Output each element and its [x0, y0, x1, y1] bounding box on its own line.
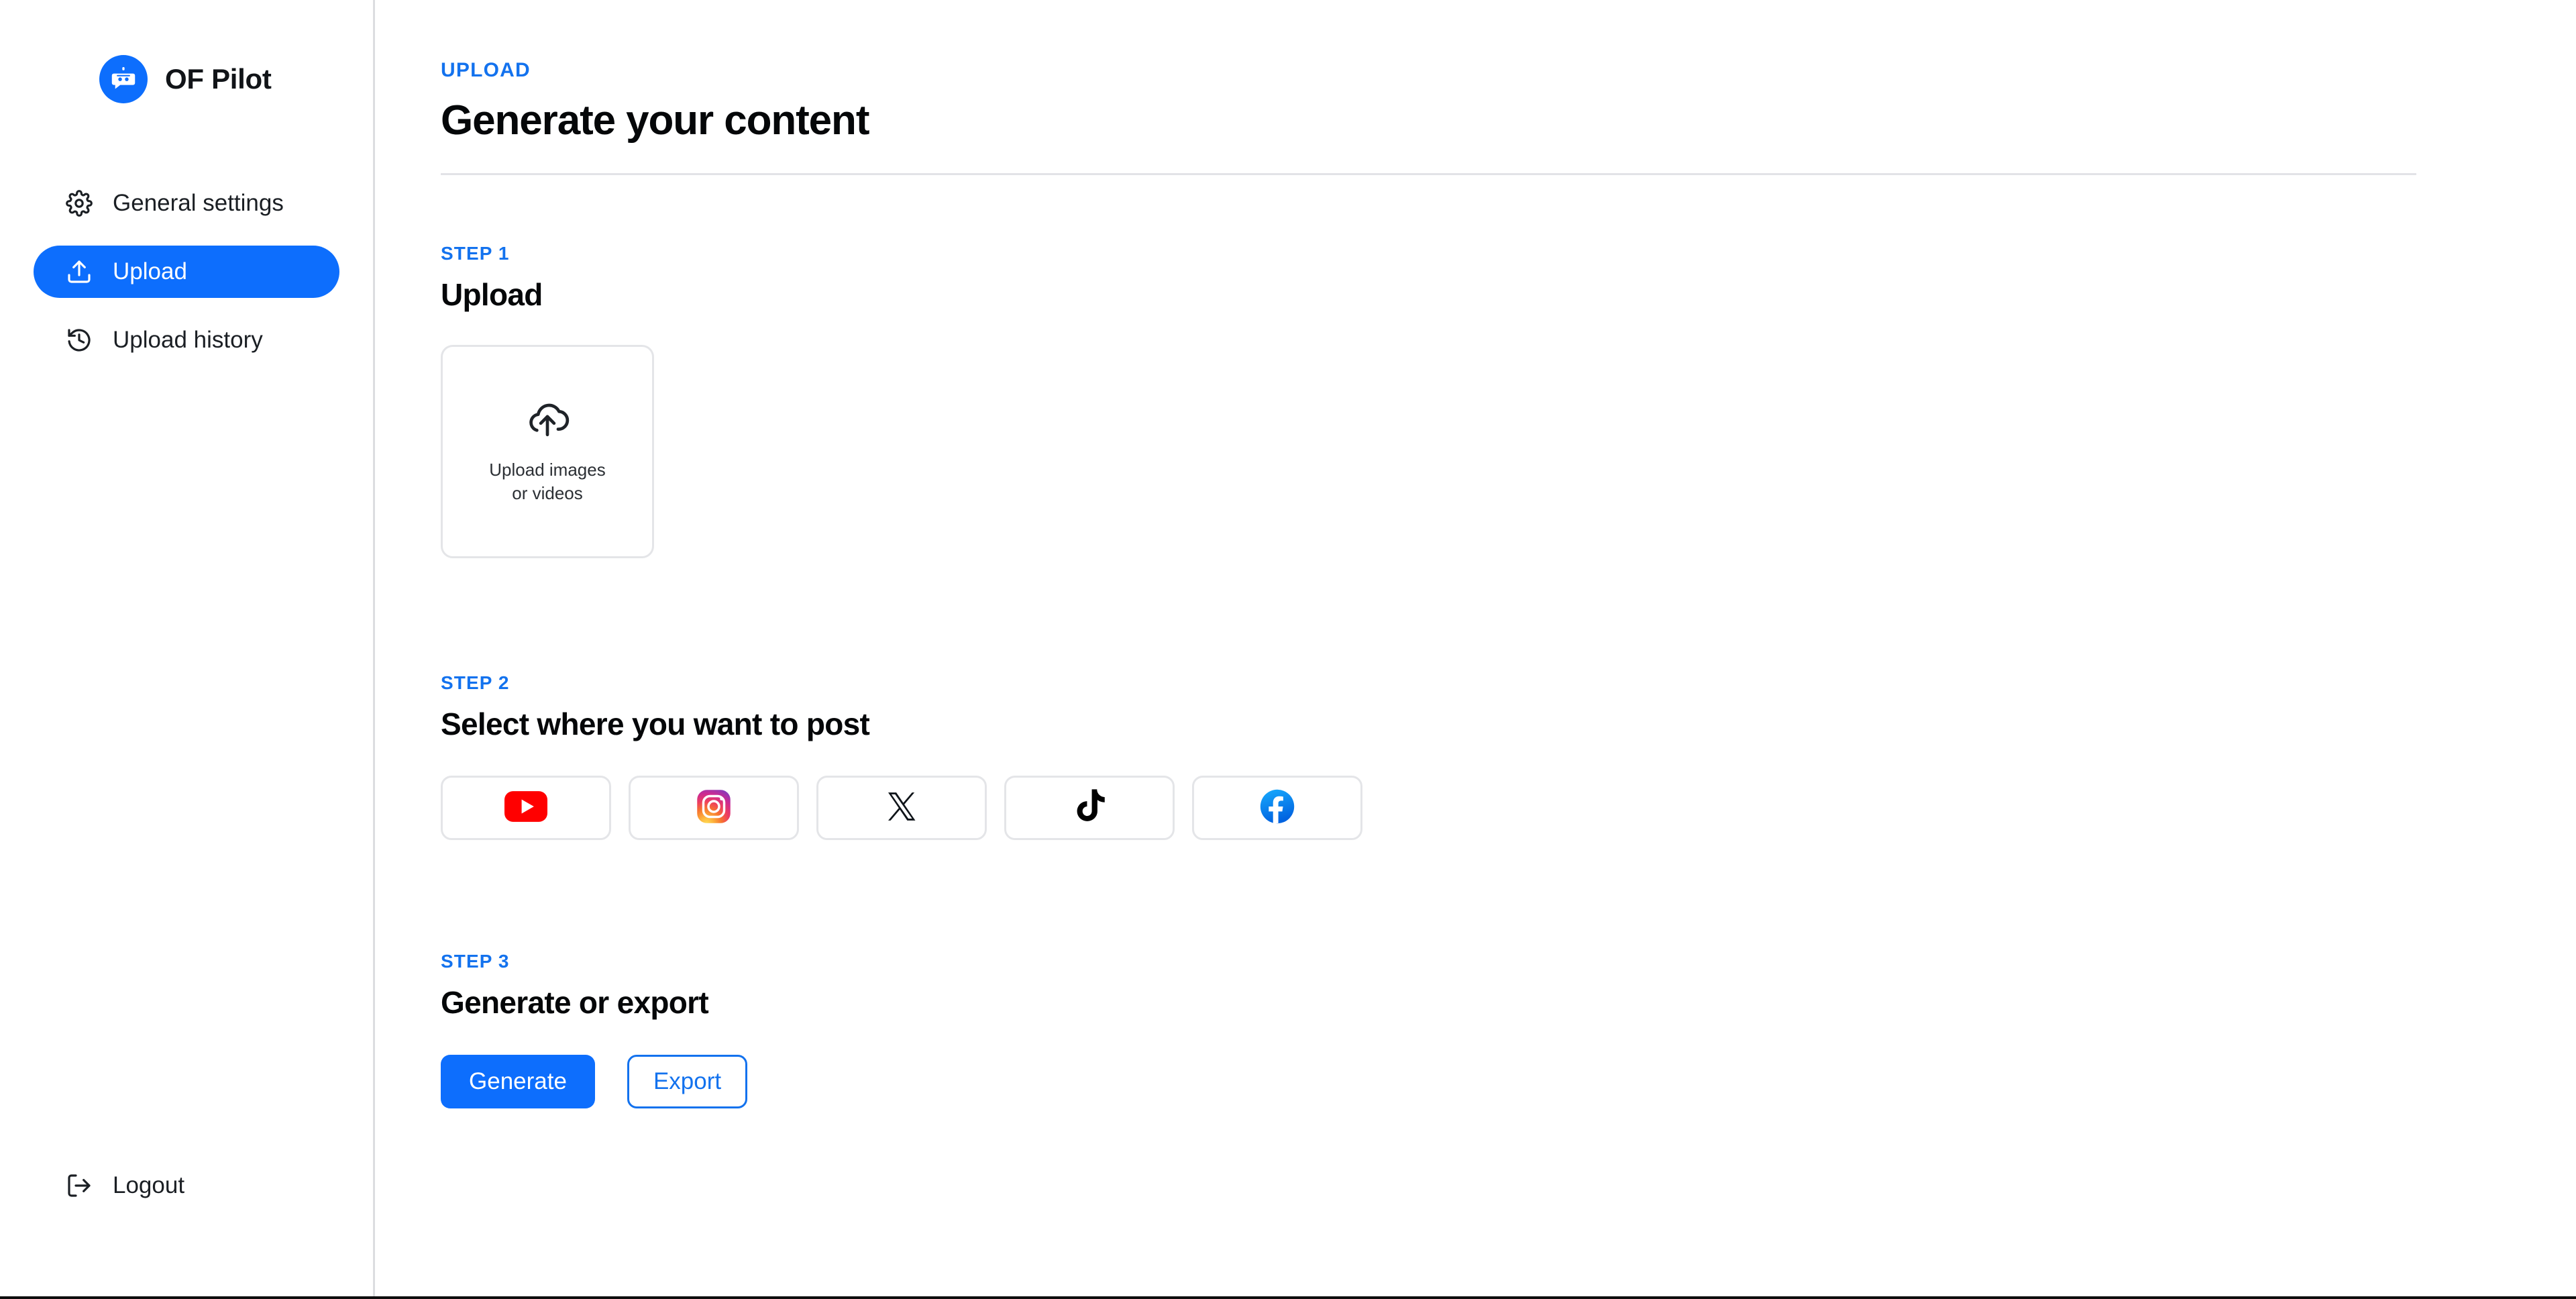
- platform-button-x[interactable]: [816, 776, 987, 840]
- sidebar-item-label: General settings: [113, 190, 284, 216]
- sidebar-item-general-settings[interactable]: General settings: [34, 177, 339, 229]
- app-root: OF Pilot General settings Upload Upload …: [0, 0, 2576, 1299]
- tiktok-icon: [1072, 787, 1107, 829]
- x-twitter-icon: [885, 790, 918, 827]
- youtube-icon: [504, 790, 547, 825]
- upload-dropzone[interactable]: Upload images or videos: [441, 345, 654, 558]
- action-buttons: Generate Export: [441, 1055, 2576, 1108]
- sidebar-item-label: Upload: [113, 258, 187, 284]
- step-1-section: STEP 1 Upload Upload images or videos: [375, 243, 2576, 558]
- platform-button-instagram[interactable]: [629, 776, 799, 840]
- platform-button-facebook[interactable]: [1192, 776, 1362, 840]
- logout-button[interactable]: Logout: [34, 1162, 339, 1209]
- sidebar-item-upload-history[interactable]: Upload history: [34, 314, 339, 366]
- platform-button-youtube[interactable]: [441, 776, 611, 840]
- step-3-eyebrow: STEP 3: [441, 951, 510, 972]
- export-button[interactable]: Export: [627, 1055, 748, 1108]
- logout-icon: [64, 1171, 94, 1200]
- header-divider: [441, 173, 2416, 175]
- sidebar: OF Pilot General settings Upload Upload …: [0, 0, 375, 1299]
- sidebar-item-upload[interactable]: Upload: [34, 246, 339, 298]
- page-title: Generate your content: [441, 97, 869, 144]
- logout-label: Logout: [113, 1172, 185, 1198]
- dropzone-label: Upload images or videos: [489, 460, 606, 503]
- step-2-eyebrow: STEP 2: [441, 672, 510, 693]
- sidebar-item-label: Upload history: [113, 327, 263, 353]
- page-eyebrow: UPLOAD: [441, 59, 531, 81]
- step-3-section: STEP 3 Generate or export Generate Expor…: [375, 951, 2576, 1108]
- history-icon: [64, 325, 94, 355]
- upload-icon: [64, 257, 94, 287]
- step-2-title: Select where you want to post: [441, 707, 870, 741]
- step-3-title: Generate or export: [441, 985, 709, 1020]
- step-1-title: Upload: [441, 277, 543, 312]
- generate-button[interactable]: Generate: [441, 1055, 595, 1108]
- main-content: UPLOAD Generate your content STEP 1 Uplo…: [375, 0, 2576, 1299]
- gear-icon: [64, 189, 94, 218]
- page-header: UPLOAD Generate your content: [375, 0, 2576, 144]
- sidebar-nav: General settings Upload Upload history: [0, 177, 373, 366]
- platform-selector: [441, 776, 2576, 840]
- step-2-section: STEP 2 Select where you want to post: [375, 672, 2576, 840]
- step-1-eyebrow: STEP 1: [441, 243, 510, 264]
- cloud-upload-icon: [525, 399, 570, 446]
- sidebar-footer: Logout: [0, 1162, 373, 1209]
- platform-button-tiktok[interactable]: [1004, 776, 1175, 840]
- robot-icon: [99, 55, 148, 103]
- brand: OF Pilot: [0, 52, 373, 106]
- facebook-icon: [1259, 788, 1295, 828]
- instagram-icon: [696, 788, 732, 828]
- brand-name: OF Pilot: [165, 63, 272, 95]
